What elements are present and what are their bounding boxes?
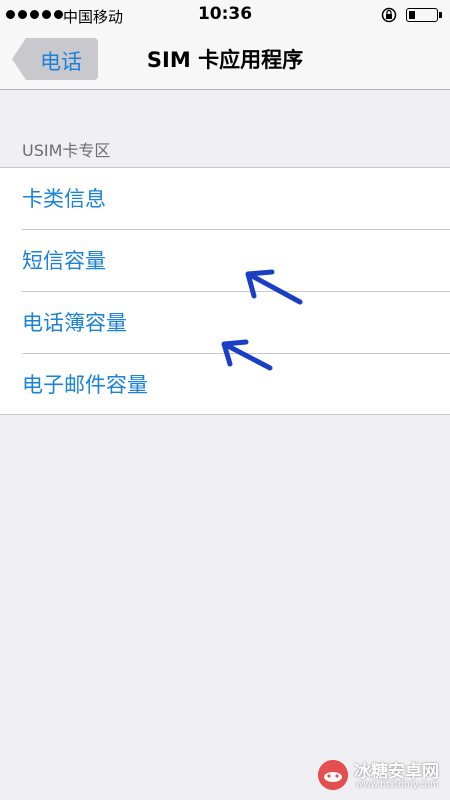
status-bar: 中国移动 10:36 <box>0 0 450 30</box>
watermark: 冰糖安卓网 www.btxtdmy.com <box>318 755 442 795</box>
battery-level <box>409 11 415 19</box>
rotation-lock-icon <box>381 7 397 23</box>
navigation-bar: 电话 SIM 卡应用程序 <box>0 30 450 90</box>
list-item-sms-capacity[interactable]: 短信容量 <box>0 230 450 292</box>
watermark-title: 冰糖安卓网 <box>354 762 439 782</box>
battery-tip <box>439 12 442 18</box>
page-title: SIM 卡应用程序 <box>146 48 304 72</box>
list-item-card-info[interactable]: 卡类信息 <box>0 168 450 230</box>
list-item-label: 电子邮件容量 <box>22 373 148 397</box>
battery-icon <box>406 8 438 22</box>
settings-list: 卡类信息 短信容量 电话簿容量 电子邮件容量 <box>0 167 450 415</box>
annotation-arrow-icon <box>245 269 303 305</box>
list-item-label: 短信容量 <box>22 249 106 273</box>
watermark-url: www.btxtdmy.com <box>356 780 439 790</box>
list-item-label: 卡类信息 <box>22 187 106 211</box>
list-item-label: 电话簿容量 <box>22 311 127 335</box>
watermark-logo-icon <box>318 760 348 790</box>
annotation-arrow-icon <box>221 339 273 371</box>
section-header: USIM卡专区 <box>22 141 111 160</box>
